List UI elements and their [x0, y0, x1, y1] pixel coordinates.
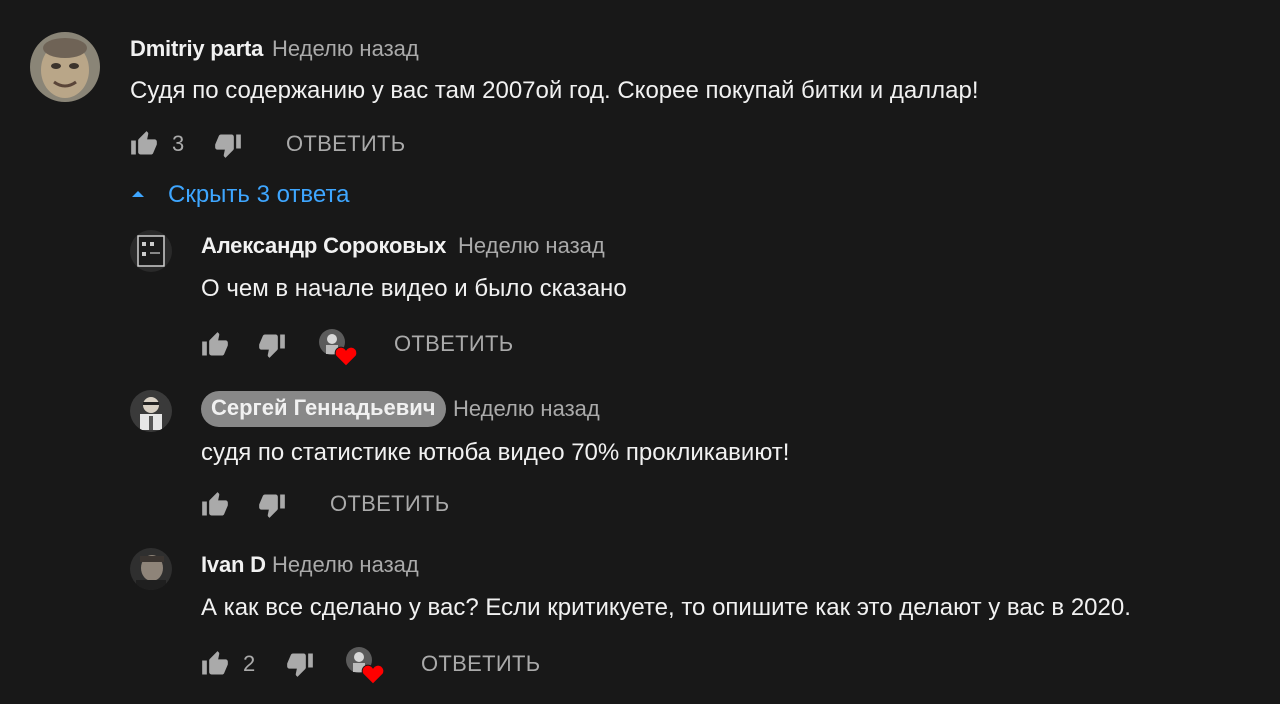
like-icon[interactable]: [130, 130, 158, 158]
reply-text: О чем в начале видео и было сказано: [201, 275, 627, 302]
like-count: 3: [172, 131, 185, 156]
comment-text: Судя по содержанию у вас там 2007ой год.…: [130, 77, 979, 104]
reply-timestamp[interactable]: Неделю назад: [453, 396, 600, 422]
reply-text: А как все сделано у вас? Если критикуете…: [201, 594, 1131, 621]
dislike-icon[interactable]: [286, 650, 314, 678]
avatar[interactable]: [130, 230, 172, 272]
creator-heart-badge: [345, 646, 385, 686]
avatar[interactable]: [30, 32, 100, 102]
hide-replies-label[interactable]: Скрыть 3 ответа: [168, 181, 350, 209]
reply-author-channel-owner[interactable]: Сергей Геннадьевич: [201, 391, 446, 427]
reply-button[interactable]: ОТВЕТИТЬ: [330, 491, 449, 517]
comment-timestamp[interactable]: Неделю назад: [272, 36, 419, 62]
creator-heart-badge: [318, 328, 358, 368]
chevron-up-icon: [132, 191, 144, 197]
comment-author[interactable]: Dmitriy parta: [130, 36, 263, 62]
avatar[interactable]: [130, 390, 172, 432]
dislike-icon[interactable]: [258, 491, 286, 519]
heart-icon: [334, 346, 358, 367]
reply-timestamp[interactable]: Неделю назад: [272, 552, 419, 578]
reply-author[interactable]: Александр Сороковых: [201, 233, 446, 259]
reply-timestamp[interactable]: Неделю назад: [458, 233, 605, 259]
like-count: 2: [243, 651, 256, 676]
like-icon[interactable]: [201, 650, 229, 678]
avatar[interactable]: [130, 548, 172, 590]
reply-author[interactable]: Ivan D: [201, 552, 266, 578]
like-icon[interactable]: [201, 331, 229, 359]
reply-button[interactable]: ОТВЕТИТЬ: [394, 331, 513, 357]
heart-icon: [361, 664, 385, 685]
like-icon[interactable]: [201, 491, 229, 519]
dislike-icon[interactable]: [258, 331, 286, 359]
reply-text: судя по статистике ютюба видео 70% прокл…: [201, 439, 790, 466]
dislike-icon[interactable]: [214, 131, 242, 159]
reply-button[interactable]: ОТВЕТИТЬ: [421, 651, 540, 677]
reply-button[interactable]: ОТВЕТИТЬ: [286, 131, 405, 157]
